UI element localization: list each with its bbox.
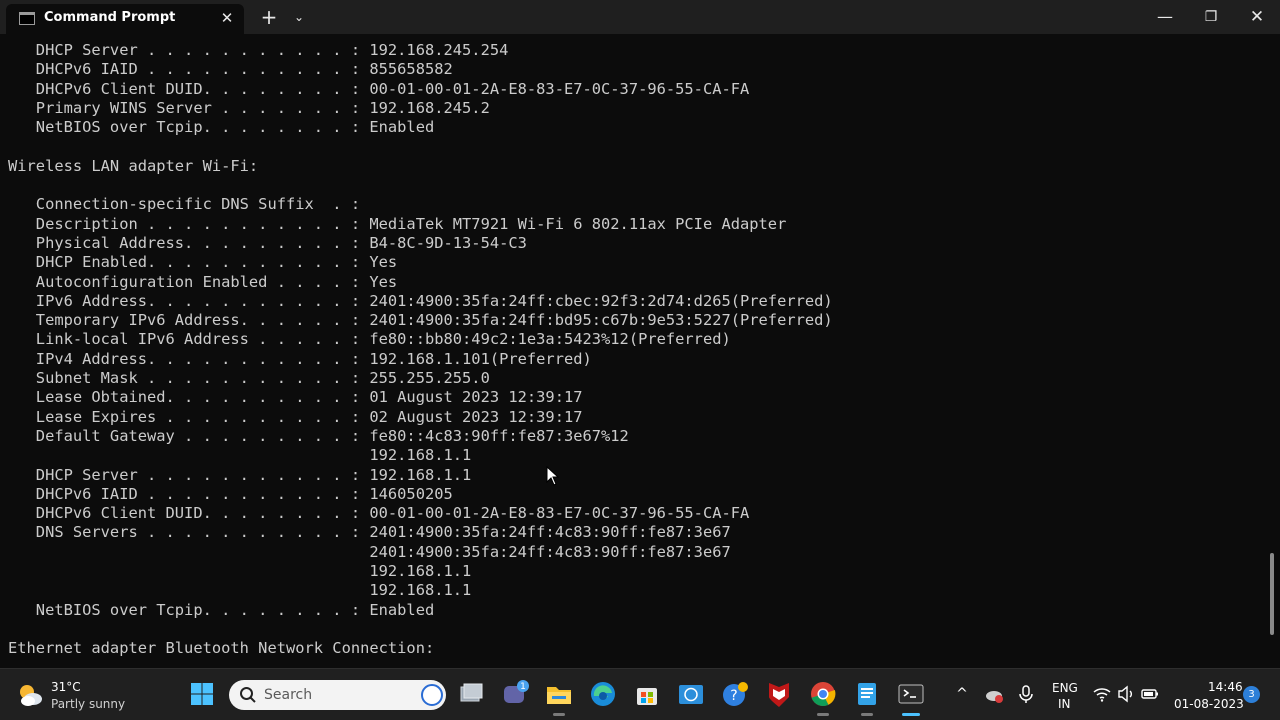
console-line: DHCPv6 Client DUID. . . . . . . . : 00-0… (8, 79, 750, 98)
taskbar-search-box[interactable]: Search (229, 680, 446, 710)
wifi-icon[interactable] (1092, 684, 1112, 704)
mouse-pointer-icon (546, 466, 560, 486)
clock-date: 01-08-2023 (1174, 697, 1244, 711)
weather-description: Partly sunny (51, 697, 126, 711)
teams-chat-app[interactable]: 1 (500, 679, 530, 709)
console-line: 192.168.1.1 (8, 581, 472, 600)
microphone-icon[interactable] (1016, 684, 1036, 704)
mcafee-icon[interactable] (764, 679, 794, 709)
console-scrollbar-thumb[interactable] (1270, 553, 1274, 635)
terminal-app[interactable] (896, 679, 926, 716)
clock-time: 14:46 (1208, 680, 1243, 694)
windows-start-icon[interactable] (190, 682, 214, 706)
minimize-button[interactable]: — (1142, 2, 1188, 32)
console-area[interactable]: DHCP Server . . . . . . . . . . . : 192.… (0, 34, 1280, 668)
console-line: DHCPv6 IAID . . . . . . . . . . . : 1460… (8, 484, 453, 503)
console-line: Ethernet adapter Bluetooth Network Conne… (8, 639, 435, 658)
svg-text:?: ? (730, 688, 737, 704)
console-line: IPv4 Address. . . . . . . . . . . : 192.… (8, 349, 592, 368)
console-line: Primary WINS Server . . . . . . . : 192.… (8, 98, 490, 117)
restore-button[interactable]: ❐ (1188, 2, 1234, 32)
task-view-icon[interactable] (456, 679, 486, 709)
console-line: NetBIOS over Tcpip. . . . . . . . : Enab… (8, 600, 435, 619)
title-bar: Command Prompt ✕ + ⌄ — ❐ ✕ (0, 0, 1280, 34)
chrome-icon (811, 682, 836, 707)
console-line: NetBIOS over Tcpip. . . . . . . . : Enab… (8, 118, 435, 137)
battery-icon[interactable] (1140, 684, 1160, 704)
console-line: Default Gateway . . . . . . . . . : fe80… (8, 426, 629, 445)
teams-chat-icon: 1 (504, 680, 529, 703)
svg-text:1: 1 (520, 682, 526, 692)
console-line: Autoconfiguration Enabled . . . . : Yes (8, 272, 398, 291)
tab-command-prompt[interactable]: Command Prompt ✕ (6, 4, 244, 34)
chrome-app[interactable] (808, 679, 838, 716)
console-line: Subnet Mask . . . . . . . . . . . : 255.… (8, 369, 490, 388)
console-output: DHCP Server . . . . . . . . . . . : 192.… (8, 41, 833, 659)
language-code: ENG (1052, 681, 1078, 695)
terminal-taskbar-icon (898, 684, 924, 704)
console-line: Wireless LAN adapter Wi-Fi: (8, 156, 259, 175)
onedrive-status-icon[interactable] (984, 684, 1004, 704)
console-line: Temporary IPv6 Address. . . . . . : 2401… (8, 311, 833, 330)
search-icon (240, 687, 256, 703)
notepad-app[interactable] (852, 679, 882, 716)
region-code: IN (1058, 697, 1071, 711)
tab-close-icon[interactable]: ✕ (216, 7, 238, 29)
console-line: Lease Expires . . . . . . . . . . : 02 A… (8, 407, 583, 426)
microsoft-store-icon[interactable] (632, 679, 662, 709)
console-line: DHCP Server . . . . . . . . . . . : 192.… (8, 465, 472, 484)
close-window-button[interactable]: ✕ (1234, 2, 1280, 32)
console-line: DHCP Enabled. . . . . . . . . . . : Yes (8, 253, 398, 272)
volume-icon[interactable] (1116, 684, 1136, 704)
tray-overflow-chevron-icon[interactable]: ^ (952, 684, 972, 704)
search-placeholder: Search (264, 687, 313, 703)
console-line: DHCPv6 Client DUID. . . . . . . . : 00-0… (8, 504, 750, 523)
console-line: Physical Address. . . . . . . . . : B4-8… (8, 233, 527, 252)
tab-dropdown-chevron-icon[interactable]: ⌄ (287, 2, 311, 32)
terminal-icon (19, 12, 35, 25)
notification-count-badge[interactable]: 3 (1243, 686, 1260, 703)
console-line: 192.168.1.1 (8, 562, 472, 581)
get-help-icon[interactable]: ? (720, 679, 750, 709)
console-line: 192.168.1.1 (8, 446, 472, 465)
edge-browser-icon[interactable] (588, 679, 618, 709)
file-explorer-icon (547, 687, 571, 704)
console-line: Connection-specific DNS Suffix . : (8, 195, 361, 214)
file-explorer-app[interactable] (544, 679, 574, 716)
console-line: Description . . . . . . . . . . . : Medi… (8, 214, 787, 233)
console-line: Link-local IPv6 Address . . . . . : fe80… (8, 330, 731, 349)
hp-support-icon[interactable] (676, 679, 706, 709)
taskbar: 31°C Partly sunny Search 1 ? ^ ENG IN 14… (0, 668, 1280, 720)
console-line: DNS Servers . . . . . . . . . . . : 2401… (8, 523, 731, 542)
weather-temperature: 31°C (51, 680, 81, 694)
console-line: 2401:4900:35fa:24ff:4c83:90ff:fe87:3e67 (8, 542, 731, 561)
tab-title: Command Prompt (44, 10, 176, 25)
partly-sunny-icon (20, 685, 42, 706)
console-line: Lease Obtained. . . . . . . . . . : 01 A… (8, 388, 583, 407)
console-line: DHCP Server . . . . . . . . . . . : 192.… (8, 41, 509, 59)
console-line: DHCPv6 IAID . . . . . . . . . . . : 8556… (8, 60, 453, 79)
bing-icon[interactable] (421, 684, 443, 706)
new-tab-button[interactable]: + (256, 2, 282, 32)
notepad-icon (858, 683, 876, 705)
console-line: IPv6 Address. . . . . . . . . . . : 2401… (8, 291, 833, 310)
